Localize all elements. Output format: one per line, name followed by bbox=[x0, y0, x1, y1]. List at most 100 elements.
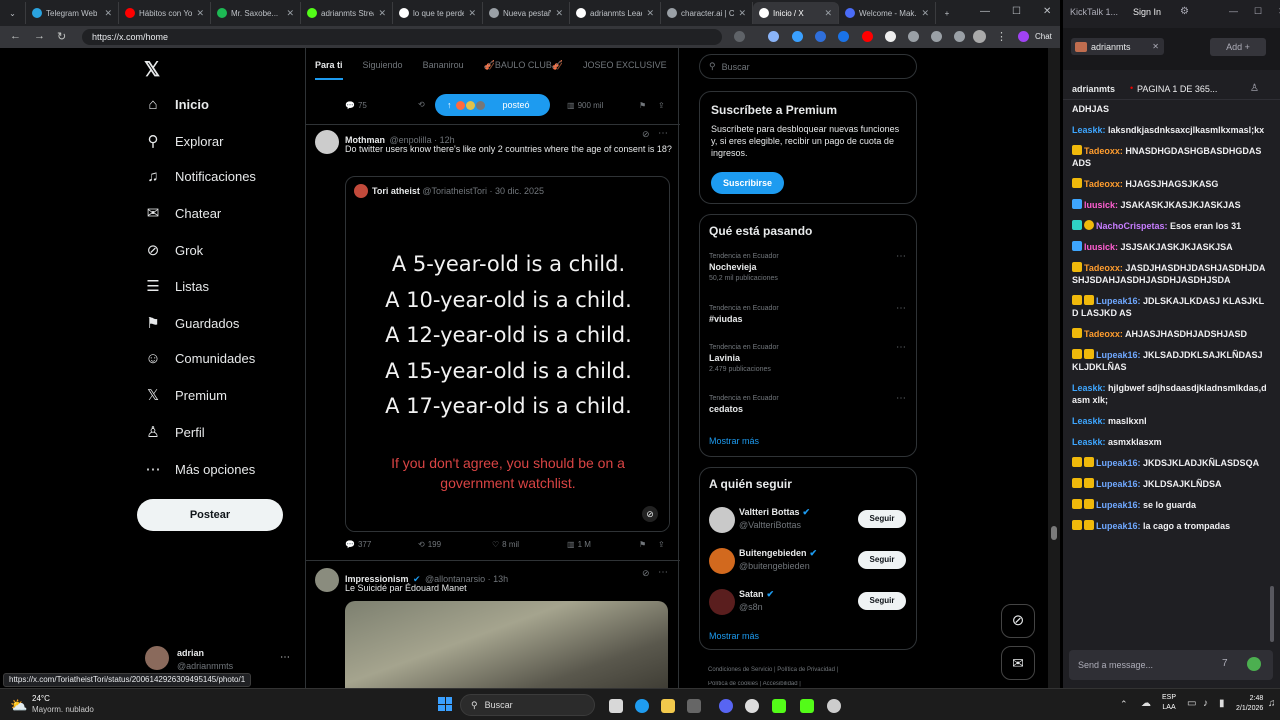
user-icon[interactable]: ♙ bbox=[1250, 83, 1259, 94]
chat-button[interactable]: Chat bbox=[1035, 32, 1052, 41]
avatar[interactable] bbox=[315, 568, 339, 592]
volume-icon[interactable]: ♪ bbox=[1203, 698, 1208, 709]
browser-tab[interactable]: Telegram Web ✕ bbox=[26, 2, 119, 24]
more-icon[interactable]: ⋯ bbox=[658, 128, 668, 139]
repost-button[interactable]: ⟲ bbox=[418, 100, 425, 109]
views-button[interactable]: ▥ 1 M bbox=[567, 540, 591, 549]
chat-username[interactable]: luusick: bbox=[1084, 242, 1118, 252]
nav-item-home[interactable]: ⌂ Inicio bbox=[145, 96, 208, 113]
chat-username[interactable]: Lupeak16: bbox=[1096, 458, 1141, 468]
trend-item[interactable]: Tendencia en Ecuador cedatos ⋯ bbox=[709, 393, 909, 414]
start-button[interactable] bbox=[438, 697, 452, 711]
emote-picker-icon[interactable] bbox=[1247, 657, 1261, 671]
close-tab-icon[interactable]: ✕ bbox=[378, 8, 386, 19]
avatar[interactable] bbox=[145, 646, 169, 670]
reply-button[interactable]: 💬 377 bbox=[345, 540, 371, 549]
task-view-icon[interactable] bbox=[609, 699, 623, 713]
chat-input[interactable]: Send a message... bbox=[1078, 660, 1153, 670]
page-scrollbar[interactable] bbox=[1048, 48, 1060, 688]
tray-chevron-icon[interactable]: ⌃ bbox=[1120, 699, 1128, 710]
minimize-button[interactable]: — bbox=[1229, 6, 1238, 17]
chat-message[interactable]: Lupeak16: se lo guarda bbox=[1072, 499, 1267, 511]
timeline-tab[interactable]: JOSEO EXCLUSIVE bbox=[583, 60, 667, 70]
translate-icon[interactable] bbox=[734, 31, 745, 42]
quote-image[interactable]: A 5-year-old is a child. A 10-year-old is… bbox=[346, 209, 669, 531]
show-more-trends-link[interactable]: Mostrar más bbox=[709, 436, 759, 446]
extension-icon[interactable] bbox=[862, 31, 873, 42]
minimize-button[interactable]: — bbox=[980, 6, 990, 17]
chat-username[interactable]: NachoCrispetas: bbox=[1096, 221, 1168, 231]
chat-message[interactable]: Tadeoxx: JASDJHASDHJDASHJASDHJDASHJSDAHJ… bbox=[1072, 262, 1267, 286]
chat-username[interactable]: Lupeak16: bbox=[1096, 479, 1141, 489]
store-icon[interactable] bbox=[687, 699, 701, 713]
subscribe-button[interactable]: Suscribirse bbox=[711, 172, 784, 194]
bookmark-star-icon[interactable] bbox=[768, 31, 779, 42]
chat-message[interactable]: Leaskk: laksndkjasdnksaxcjlkasmlkxmasl;k… bbox=[1072, 124, 1267, 136]
chat-input-box[interactable]: Send a message... 7 bbox=[1069, 650, 1273, 680]
trend-item[interactable]: Tendencia en Ecuador #viudas ⋯ bbox=[709, 303, 909, 324]
search-box[interactable]: ⚲ Buscar bbox=[699, 54, 917, 79]
browser-tab[interactable]: Mr. Saxobe... ✕ bbox=[211, 2, 301, 24]
notification-bell-icon[interactable]: ♫ bbox=[1268, 698, 1276, 709]
tweet-image[interactable] bbox=[345, 601, 668, 691]
add-channel-button[interactable]: Add + bbox=[1210, 38, 1266, 56]
more-icon[interactable]: ⋯ bbox=[896, 303, 906, 314]
close-tab-icon[interactable]: ✕ bbox=[1152, 42, 1159, 51]
chat-message[interactable]: Leaskk: maslkxnl bbox=[1072, 415, 1267, 427]
share-button[interactable]: ⇪ bbox=[658, 540, 665, 549]
extensions-puzzle-icon[interactable] bbox=[954, 31, 965, 42]
browser-tab[interactable]: lo que te perde... ✕ bbox=[393, 2, 483, 24]
chat-username[interactable]: luusick: bbox=[1084, 200, 1118, 210]
reload-icon[interactable]: ↻ bbox=[57, 30, 66, 43]
nav-item-grok[interactable]: ⊘ Grok bbox=[145, 241, 203, 259]
nav-item-bookmark[interactable]: ⚑ Guardados bbox=[145, 314, 239, 332]
kicktalk-icon[interactable] bbox=[800, 699, 814, 713]
close-tab-icon[interactable]: ✕ bbox=[921, 8, 929, 19]
weather-icon[interactable]: ⛅ bbox=[10, 697, 27, 714]
new-posts-pill[interactable]: ↑ posteó bbox=[435, 94, 550, 116]
follow-button[interactable]: Seguir bbox=[858, 551, 906, 569]
avatar[interactable] bbox=[315, 130, 339, 154]
more-icon[interactable]: ⋯ bbox=[658, 567, 668, 578]
extension-icon[interactable] bbox=[838, 31, 849, 42]
nav-item-more[interactable]: ⋯ Más opciones bbox=[145, 460, 256, 478]
chat-username[interactable]: Tadeoxx: bbox=[1084, 263, 1123, 273]
browser-tab[interactable]: adrianmts Strea... ✕ bbox=[301, 2, 393, 24]
follow-suggestion[interactable]: Buitengebieden ✔ @buitengebieden Seguir bbox=[700, 546, 916, 582]
7tv-emote-icon[interactable]: 7 bbox=[1222, 658, 1228, 669]
chat-username[interactable]: Lupeak16: bbox=[1096, 500, 1141, 510]
account-menu-icon[interactable]: ⋯ bbox=[280, 652, 290, 663]
chat-username[interactable]: Tadeoxx: bbox=[1084, 329, 1123, 339]
chat-username[interactable]: Leaskk: bbox=[1072, 437, 1106, 447]
grok-float-button[interactable]: ⊘ bbox=[1001, 604, 1035, 638]
follow-button[interactable]: Seguir bbox=[858, 510, 906, 528]
chat-username[interactable]: Leaskk: bbox=[1072, 125, 1106, 135]
post-button[interactable]: Postear bbox=[137, 499, 283, 531]
chat-message[interactable]: Lupeak16: JKDSJKLADJKÑLASDSQA bbox=[1072, 457, 1267, 469]
chat-message[interactable]: Lupeak16: JDLSKAJLKDASJ KLASJKLD LASJKD … bbox=[1072, 295, 1267, 319]
back-icon[interactable]: ← bbox=[10, 30, 21, 42]
address-bar[interactable]: https://x.com/home bbox=[82, 29, 722, 45]
chat-username[interactable]: Tadeoxx: bbox=[1084, 179, 1123, 189]
like-button[interactable]: ♡ 8 mil bbox=[492, 540, 519, 549]
close-tab-icon[interactable]: ✕ bbox=[104, 8, 112, 19]
maximize-button[interactable]: ☐ bbox=[1254, 6, 1262, 17]
language-indicator[interactable]: ESP LAA bbox=[1162, 693, 1176, 713]
bookmark-button[interactable]: ⚑ bbox=[639, 101, 646, 110]
obs-icon[interactable] bbox=[745, 699, 759, 713]
discord-icon[interactable] bbox=[719, 699, 733, 713]
close-tab-icon[interactable]: ✕ bbox=[738, 8, 746, 19]
close-tab-icon[interactable]: ✕ bbox=[555, 8, 563, 19]
follow-suggestion[interactable]: Valtteri Bottas ✔ @ValtteriBottas Seguir bbox=[700, 505, 916, 541]
weather-description[interactable]: Mayorm. nublado bbox=[32, 705, 94, 714]
reply-button[interactable]: 💬 75 bbox=[345, 101, 367, 110]
browser-tab[interactable]: Welcome - Mak... ✕ bbox=[839, 2, 936, 24]
trend-item[interactable]: Tendencia en Ecuador Nochevieja 50,2 mil p… bbox=[709, 251, 909, 282]
edge-icon[interactable] bbox=[635, 699, 649, 713]
sign-in-button[interactable]: Sign In bbox=[1133, 7, 1161, 17]
extension-icon[interactable] bbox=[815, 31, 826, 42]
more-icon[interactable]: ⋯ bbox=[896, 393, 906, 404]
timeline-tab[interactable]: Siguiendo bbox=[363, 60, 403, 70]
footer-links-2[interactable]: Política de cookies | Accesibilidad | bbox=[708, 681, 801, 688]
chat-scrollbar[interactable] bbox=[1270, 586, 1274, 642]
